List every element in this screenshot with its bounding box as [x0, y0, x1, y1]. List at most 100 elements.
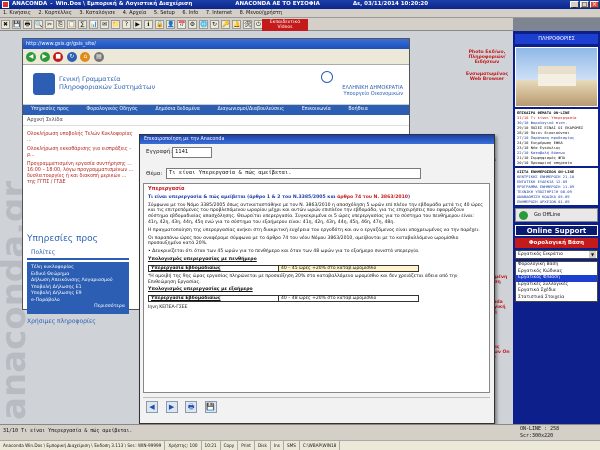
folder-icon[interactable]: 📁	[111, 20, 120, 29]
news-item[interactable]: Ολοκλήρωση υποβολής Τελών Κυκλοφορίας ..…	[27, 132, 135, 144]
globe-icon	[519, 211, 528, 220]
menu-item-katalogise[interactable]: 3. Καταλόγισε	[76, 9, 118, 17]
registration-field[interactable]: 1141	[172, 147, 212, 158]
menu-item-archeia[interactable]: 4. Αρχεία	[120, 9, 150, 17]
subject-field[interactable]: Τι είναι Υπερεργασία & πώς αμείβεται.	[166, 168, 421, 179]
print-icon[interactable]: ▤	[93, 52, 104, 62]
search-icon[interactable]: 🔍	[34, 20, 43, 29]
nav-public-data[interactable]: Δημόσια δεδομένα	[147, 105, 208, 115]
settings-icon[interactable]: ⚙	[188, 20, 197, 29]
status-cell: Χρήστης: 100	[165, 441, 202, 450]
table2-left: Υπερεργασία Εβδομαδιαίως	[148, 295, 279, 303]
chart-icon[interactable]: 📊	[89, 20, 98, 29]
help-icon[interactable]: ?	[122, 20, 131, 29]
doc-signature: Ιηνη ΚΕΠΕΑ-ΓΣΕΕ	[148, 305, 188, 311]
maximize-button[interactable]: □	[580, 1, 589, 8]
prev-icon[interactable]: ◀	[146, 401, 158, 413]
browser-toolbar: ◀ ▶ ■ ↻ ⌂ ▤	[23, 49, 409, 65]
minimize-button[interactable]: _	[570, 1, 579, 8]
calc-icon[interactable]: ∑	[78, 20, 87, 29]
mail-icon[interactable]: ✉	[100, 20, 109, 29]
close-button[interactable]: ×	[590, 1, 599, 8]
doc-paragraph: Η πραγματοποίηση της υπερεργασίας ανήκει…	[148, 227, 480, 233]
bottom-status-bar: Anaconda Win.Dos \ Εμπορική Διαχείριση \…	[0, 440, 600, 450]
doc-paragraph: Σύμφωνα με τον Νόμο 3385/2005 όπως αντικ…	[148, 202, 483, 225]
stop-icon[interactable]: ■	[53, 52, 64, 62]
nav-contact[interactable]: Επικοινωνία	[294, 105, 339, 115]
home-icon[interactable]: ⌂	[80, 52, 91, 62]
globe-icon[interactable]: 🌐	[199, 20, 208, 29]
nav-help[interactable]: Βοήθεια	[340, 105, 376, 115]
doc-paragraph: Οι παραπάνω ώρες που αναφέραμε σύμφωνα μ…	[148, 235, 459, 247]
online-support-banner[interactable]: Online Support	[515, 225, 598, 236]
tax-base-banner[interactable]: Φορολογική Βάση	[515, 238, 598, 248]
callout-browser: Ενσωματωμένος Web Browser	[465, 72, 509, 82]
site-name-line1: Γενική Γραμματεία	[59, 75, 121, 83]
news-photo[interactable]	[515, 47, 598, 107]
paste-icon[interactable]: 📋	[67, 20, 76, 29]
copy-icon[interactable]: ⎘	[56, 20, 65, 29]
site-header: Γενική Γραμματεία Πληροφοριακών Συστημάτ…	[23, 65, 409, 105]
online-update-item[interactable]: ΕΝΗΜΕΡΩΣΗ ΑΡΧΕΙΩΝ 01.09	[517, 199, 596, 204]
status-cell: C:\WBAP\WIN18	[300, 441, 341, 450]
table1-right: 40 – 45 ώρες +20% στο καταβ.ωρομίσθιο	[278, 264, 419, 272]
menu-item-setup[interactable]: 5. Setup	[151, 9, 178, 17]
site-nav: Υπηρεσίες προς Φορολογικός Οδηγός Δημόσι…	[23, 105, 409, 115]
app-title: Win.Dos \ Εμπορική & Λογιστική Διαχείρισ…	[55, 1, 193, 7]
document-view[interactable]: Υπερεργασία Τι είναι υπερεργασία & πώς α…	[143, 183, 490, 393]
database-list: Φορολογική Βάση Εργατικός Κώδικας Εργατικό…	[515, 261, 598, 302]
greek-emblem-icon	[321, 71, 333, 83]
refresh-icon[interactable]: ↻	[210, 20, 219, 29]
user-icon[interactable]: 👤	[166, 20, 175, 29]
cut-icon[interactable]: ✂	[45, 20, 54, 29]
print-icon[interactable]: 🖶	[23, 20, 32, 29]
news-item[interactable]: Ολοκλήρωση εκκαθάρισης για εισπράξεις - …	[27, 147, 135, 159]
app-icon[interactable]	[2, 1, 9, 8]
database-select[interactable]: Εργατικός Εικράτιο ▼	[515, 250, 598, 259]
menu-item-internet[interactable]: 7. Internet	[203, 9, 235, 17]
forward-icon[interactable]: ▶	[39, 52, 50, 62]
window-title-bar: ANACONDA - Win.Dos \ Εμπορική & Λογιστική …	[0, 0, 600, 9]
menu-item-kartelles[interactable]: 2. Καρτέλλες	[35, 9, 74, 17]
exit-icon[interactable]: ✖	[1, 20, 10, 29]
bell-icon[interactable]: 🔔	[232, 20, 241, 29]
table1-left: Υπερεργασία Εβδομαδιαίως	[148, 264, 279, 272]
save-icon[interactable]: 💾	[204, 401, 217, 413]
services-panel: Υπηρεσίες προς Πολίτες Τέλη κυκλοφορίας …	[23, 231, 133, 327]
info-icon[interactable]: ℹ	[144, 20, 153, 29]
table1-title: Υπολογισμός υπερεργασίας με πενθήμερο	[148, 256, 257, 262]
subject-label: Θέμα:	[146, 171, 163, 177]
news-item[interactable]: Προγραμματισμένη εργασία συντήρησης ... …	[27, 162, 135, 186]
table1: Υπερεργασία Εβδομαδιαίως 40 – 45 ώρες +2…	[148, 264, 419, 272]
dialog-title: Επικαιροποίηση με την Anaconda	[140, 135, 494, 144]
services-list: Τέλη κυκλοφορίας Ειδικό Θεώρημα Δήλωση Α…	[27, 262, 129, 314]
video-icon[interactable]: ▶	[133, 20, 142, 29]
print-icon[interactable]: 🖶	[185, 401, 198, 413]
services-title: Υπηρεσίες προς	[27, 234, 98, 244]
back-icon[interactable]: ◀	[26, 52, 36, 62]
calendar-icon[interactable]: 📅	[177, 20, 186, 29]
tools-icon[interactable]: 🛠	[243, 20, 252, 29]
chevron-down-icon[interactable]: ▼	[589, 251, 596, 258]
go-offline-button[interactable]: Go OffLine	[515, 208, 598, 222]
browser-url-bar[interactable]: http://www.gsis.gr/gsis_site/	[23, 39, 409, 49]
next-icon[interactable]: ▶	[165, 401, 178, 413]
nav-tax-guide[interactable]: Φορολογικός Οδηγός	[78, 105, 145, 115]
browser-url[interactable]: http://www.gsis.gr/gsis_site/	[26, 41, 96, 47]
service-link[interactable]: Δήλωση Απεικόνισης Λογαριασμού	[31, 278, 125, 285]
database-option[interactable]: Στατιστικά Στοιχεία	[516, 295, 597, 302]
nav-tenders[interactable]: Διαγωνισμοί/Διαβουλεύσεις	[209, 105, 292, 115]
nav-services[interactable]: Υπηρεσίες προς	[23, 105, 77, 115]
service-more-link[interactable]: Περισσότερα	[31, 304, 125, 311]
menu-item-user-menu[interactable]: 8. Μενού/χρήστη	[237, 9, 285, 17]
app-name: ANACONDA	[12, 1, 48, 7]
menu-item-info[interactable]: 6. Info	[179, 9, 201, 17]
save-icon[interactable]: 💾	[12, 20, 21, 29]
doc-bullet: • Δευκρινίζεται ότι όταν των 45 ωρών για…	[148, 249, 420, 255]
lock-icon[interactable]: 🔒	[155, 20, 164, 29]
menu-item-kiniseis[interactable]: 1. Κινήσεις	[0, 9, 34, 17]
online-topic-item[interactable]: 20/10 Προσωρινή υπηρεσία	[517, 160, 596, 165]
key-icon[interactable]: 🔑	[221, 20, 230, 29]
breadcrumb: Αρχική Σελίδα	[23, 115, 409, 126]
refresh-icon[interactable]: ↻	[66, 52, 77, 62]
